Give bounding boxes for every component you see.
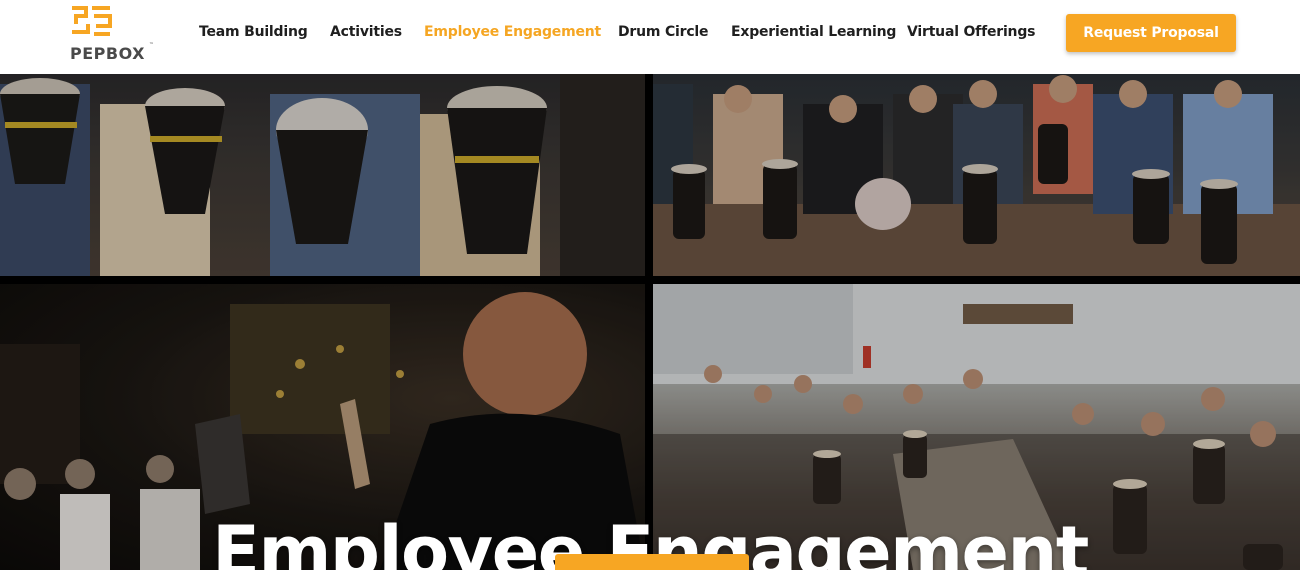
- hero-banner: Employee Engagement: [0, 74, 1300, 570]
- site-header: PEPBOX ™ Team Building Activities Employ…: [0, 0, 1300, 74]
- trademark-mark: ™: [149, 42, 154, 48]
- nav-item-team-building[interactable]: Team Building: [199, 24, 308, 40]
- logo-maze-icon: [72, 6, 112, 36]
- pepbox-logo[interactable]: PEPBOX ™: [70, 6, 160, 64]
- nav-item-virtual-offerings[interactable]: Virtual Offerings: [907, 24, 1035, 40]
- hero-cta-button[interactable]: [555, 554, 749, 570]
- request-proposal-button[interactable]: Request Proposal: [1066, 14, 1236, 52]
- nav-item-employee-engagement[interactable]: Employee Engagement: [424, 24, 601, 40]
- drum-circle-closeup-photo: [0, 74, 645, 276]
- logo-text: PEPBOX: [70, 44, 145, 63]
- group-drumming-photo: [653, 74, 1300, 276]
- nav-item-experiential-learning[interactable]: Experiential Learning: [731, 24, 896, 40]
- nav-item-drum-circle[interactable]: Drum Circle: [618, 24, 709, 40]
- nav-item-activities[interactable]: Activities: [330, 24, 402, 40]
